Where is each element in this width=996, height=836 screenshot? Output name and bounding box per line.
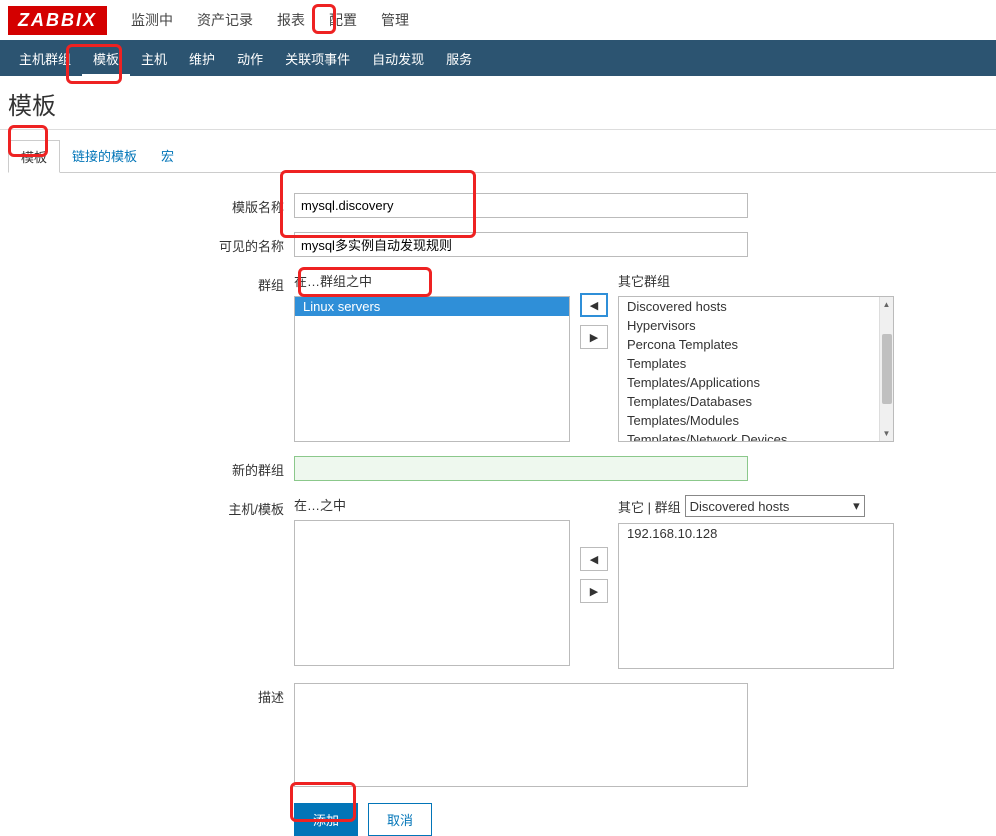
tab-macros[interactable]: 宏 — [149, 140, 186, 172]
template-name-input[interactable] — [294, 193, 748, 218]
other-groups-header: 其它群组 — [618, 271, 894, 290]
arrow-right-icon: ▶ — [590, 585, 598, 598]
sub-menu-actions[interactable]: 动作 — [226, 40, 274, 77]
tabs: 模板 链接的模板 宏 — [8, 140, 996, 173]
arrow-left-icon: ◀ — [590, 553, 598, 566]
list-item[interactable]: Templates — [619, 354, 879, 373]
move-left-host-button[interactable]: ◀ — [580, 547, 608, 571]
in-hosts-listbox[interactable] — [294, 520, 570, 666]
list-item[interactable]: Hypervisors — [619, 316, 879, 335]
sub-nav: 主机群组 模板 主机 维护 动作 关联项事件 自动发现 服务 — [0, 40, 996, 76]
visible-name-input[interactable] — [294, 232, 748, 257]
other-hosts-group-dropdown[interactable]: Discovered hosts ▾ — [685, 495, 865, 517]
move-right-button[interactable]: ▶ — [580, 325, 608, 349]
chevron-down-icon: ▾ — [853, 498, 860, 514]
arrow-left-icon: ◀ — [590, 299, 598, 312]
list-item[interactable]: Percona Templates — [619, 335, 879, 354]
sub-menu-hosts[interactable]: 主机 — [130, 40, 178, 77]
other-hosts-label: 其它 | 群组 — [618, 497, 681, 516]
new-group-input[interactable] — [294, 456, 748, 481]
list-item[interactable]: Templates/Modules — [619, 411, 879, 430]
sub-menu-maintenance[interactable]: 维护 — [178, 40, 226, 77]
template-name-label: 模版名称 — [0, 193, 294, 216]
form-area: 模版名称 可见的名称 群组 在…群组之中 Linux servers ◀ ▶ 其… — [0, 173, 996, 836]
new-group-label: 新的群组 — [0, 456, 294, 479]
top-menu: 监测中 资产记录 报表 配置 管理 — [119, 0, 421, 40]
add-button[interactable]: 添加 — [294, 803, 358, 836]
sub-menu-services[interactable]: 服务 — [435, 40, 483, 77]
top-menu-monitoring[interactable]: 监测中 — [119, 0, 185, 40]
scrollbar[interactable]: ▲ ▼ — [879, 297, 893, 441]
description-textarea[interactable] — [294, 683, 748, 787]
hosts-label: 主机/模板 — [0, 495, 294, 518]
list-item[interactable]: 192.168.10.128 — [619, 524, 893, 543]
in-hosts-header: 在…之中 — [294, 495, 570, 514]
top-menu-reports[interactable]: 报表 — [265, 0, 317, 40]
groups-label: 群组 — [0, 271, 294, 294]
list-item[interactable]: Templates/Applications — [619, 373, 879, 392]
sub-menu-discovery[interactable]: 自动发现 — [361, 40, 435, 77]
scroll-up-icon[interactable]: ▲ — [883, 297, 891, 312]
in-groups-header: 在…群组之中 — [294, 271, 570, 290]
sub-menu-templates[interactable]: 模板 — [82, 40, 130, 77]
logo[interactable]: ZABBIX — [8, 6, 107, 35]
list-item[interactable]: Templates/Databases — [619, 392, 879, 411]
top-menu-administration[interactable]: 管理 — [369, 0, 421, 40]
top-menu-inventory[interactable]: 资产记录 — [185, 0, 265, 40]
list-item[interactable]: Templates/Network Devices — [619, 430, 879, 441]
move-right-host-button[interactable]: ▶ — [580, 579, 608, 603]
dropdown-value: Discovered hosts — [690, 499, 790, 514]
top-nav: ZABBIX 监测中 资产记录 报表 配置 管理 — [0, 0, 996, 40]
top-menu-configuration[interactable]: 配置 — [317, 0, 369, 40]
other-hosts-listbox[interactable]: 192.168.10.128 — [618, 523, 894, 669]
sub-menu-correlation[interactable]: 关联项事件 — [274, 40, 361, 77]
scroll-thumb[interactable] — [882, 334, 892, 404]
other-groups-listbox[interactable]: Discovered hosts Hypervisors Percona Tem… — [618, 296, 894, 442]
list-item[interactable]: Discovered hosts — [619, 297, 879, 316]
description-label: 描述 — [0, 683, 294, 706]
scroll-down-icon[interactable]: ▼ — [883, 426, 891, 441]
sub-menu-hostgroups[interactable]: 主机群组 — [8, 40, 82, 77]
page-title: 模板 — [0, 76, 996, 130]
list-item[interactable]: Linux servers — [295, 297, 569, 316]
tab-template[interactable]: 模板 — [8, 140, 60, 173]
cancel-button[interactable]: 取消 — [368, 803, 432, 836]
move-left-button[interactable]: ◀ — [580, 293, 608, 317]
in-groups-listbox[interactable]: Linux servers — [294, 296, 570, 442]
tab-linked-templates[interactable]: 链接的模板 — [60, 140, 149, 172]
arrow-right-icon: ▶ — [590, 331, 598, 344]
visible-name-label: 可见的名称 — [0, 232, 294, 255]
